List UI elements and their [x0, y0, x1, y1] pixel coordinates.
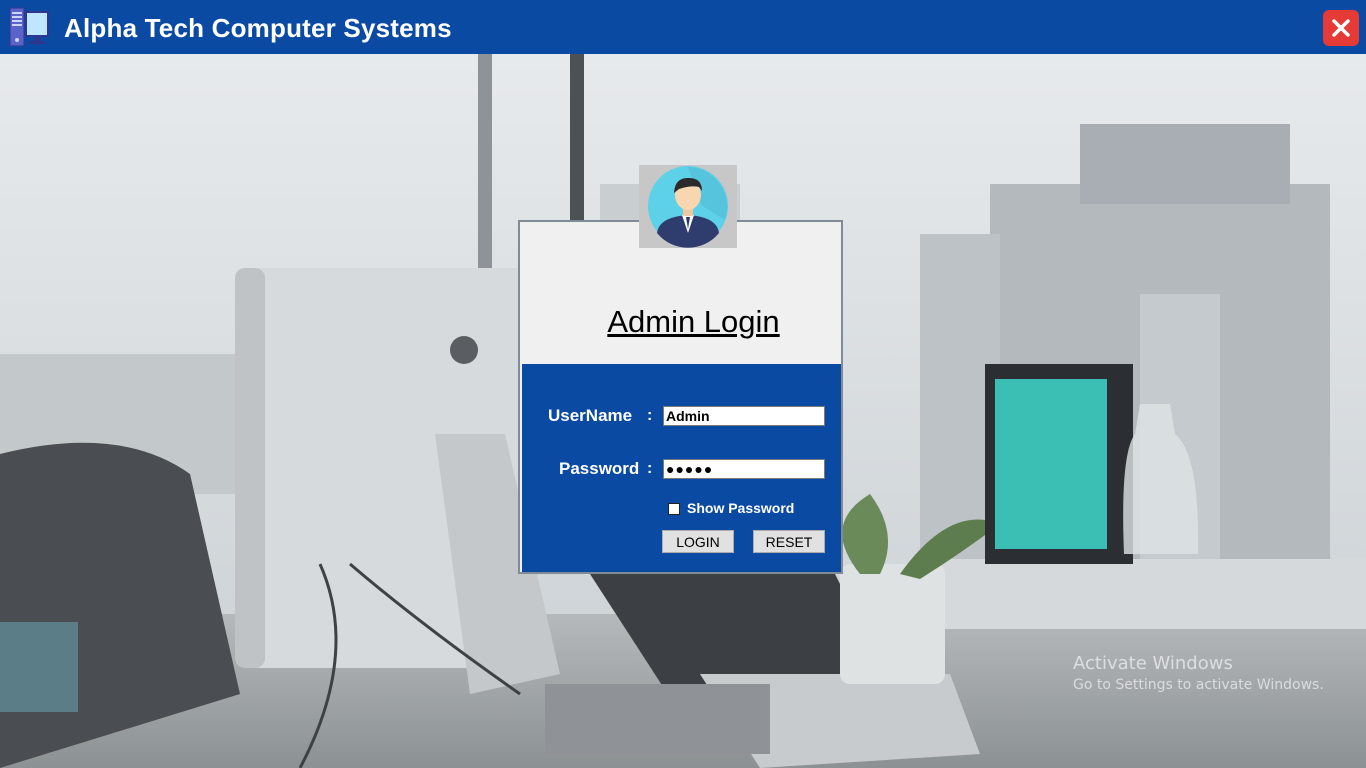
credentials-panel: UserName : Password : Show Password LOGI…: [522, 364, 841, 572]
reset-button[interactable]: RESET: [753, 530, 825, 553]
window-title: Alpha Tech Computer Systems: [64, 13, 452, 43]
password-label: Password: [559, 459, 640, 478]
username-field[interactable]: [663, 406, 825, 426]
login-title: Admin Login: [607, 304, 780, 339]
activate-windows-title: Activate Windows: [1073, 653, 1233, 674]
activate-windows-subtitle: Go to Settings to activate Windows.: [1073, 677, 1324, 693]
password-colon: :: [647, 460, 653, 477]
title-bar: Alpha Tech Computer Systems: [0, 0, 1366, 54]
password-field[interactable]: [663, 459, 825, 479]
login-button[interactable]: LOGIN: [662, 530, 734, 553]
user-avatar-icon: [639, 165, 737, 248]
login-panel: Admin Login UserName : Password : Show P…: [518, 220, 843, 574]
show-password-checkbox[interactable]: [668, 503, 680, 515]
username-label: UserName: [548, 406, 633, 425]
close-icon: [1332, 19, 1350, 37]
computer-icon: [8, 6, 52, 48]
username-colon: :: [647, 407, 653, 424]
show-password-label[interactable]: Show Password: [687, 500, 794, 516]
close-button[interactable]: [1323, 10, 1359, 46]
